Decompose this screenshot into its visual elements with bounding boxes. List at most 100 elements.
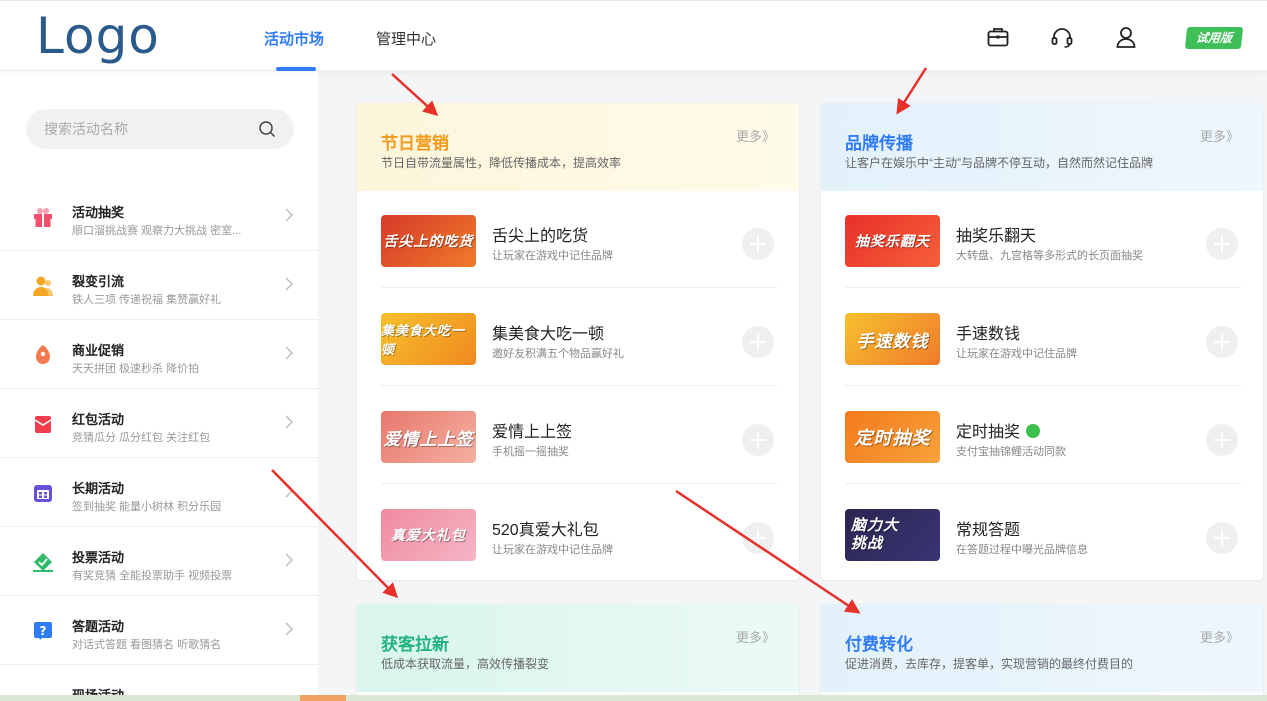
- item-title: 手速数钱: [956, 326, 1021, 343]
- chevron-right-icon: [285, 484, 293, 498]
- logo[interactable]: Logo: [36, 7, 160, 65]
- item-thumbnail: 手速数钱: [845, 313, 940, 365]
- item-thumbnail: 舌尖上的吃货: [381, 215, 476, 267]
- item-title: 常规答题: [956, 522, 1021, 539]
- card-description: 低成本获取流量，高效传播裂变: [381, 657, 550, 671]
- category-subtitle: 天天拼团 极速秒杀 降价拍: [72, 363, 200, 375]
- add-button[interactable]: [742, 228, 774, 260]
- thumbnail-text: 集美食大吃一顿: [381, 323, 466, 357]
- chevron-right-icon: [285, 277, 293, 291]
- vote-icon: [33, 553, 53, 572]
- add-button[interactable]: [1206, 424, 1238, 456]
- category-title: 红包活动: [72, 412, 125, 427]
- category-title: 投票活动: [72, 550, 125, 565]
- category-title: 长期活动: [72, 481, 125, 496]
- card-title: 节日营销: [381, 134, 449, 153]
- search-icon[interactable]: [258, 120, 276, 138]
- item-description: 手机摇一摇抽奖: [492, 446, 569, 458]
- item-thumbnail: 爱情上上签: [381, 411, 476, 463]
- add-button[interactable]: [1206, 326, 1238, 358]
- item-description: 让玩家在游戏中记住品牌: [956, 348, 1077, 360]
- list-item[interactable]: 真爱大礼包 520真爱大礼包 让玩家在游戏中记住品牌: [381, 485, 777, 580]
- thumbnail-text: 脑力大挑战: [851, 517, 900, 552]
- card-description: 促进消费，去库存，提客单，实现营销的最终付费目的: [845, 657, 1134, 671]
- thumbnail-text: 真爱大礼包: [391, 527, 466, 543]
- tab-activity-market[interactable]: 活动市场: [264, 28, 324, 49]
- top-header: Logo 活动市场 管理中心 试用版: [0, 0, 1267, 71]
- more-link[interactable]: 更多》: [736, 627, 775, 646]
- sidebar-item-long-term[interactable]: 长期活动 签到抽奖 能量小树林 积分乐园: [0, 458, 318, 527]
- add-button[interactable]: [1206, 522, 1238, 554]
- sidebar-item-vote[interactable]: 投票活动 有奖竞猜 全能投票助手 视频投票: [0, 527, 318, 596]
- alipay-icon: [1026, 423, 1041, 438]
- search-box: [26, 109, 294, 149]
- add-button[interactable]: [742, 522, 774, 554]
- category-subtitle: 对话式答题 看图猜名 听歌猜名: [72, 639, 222, 651]
- category-subtitle: 順口溜挑战赛 观察力大挑战 密室...: [72, 225, 242, 237]
- card-brand-communication: 品牌传播 让客户在娱乐中“主动”与品牌不停互动，自然而然记住品牌 更多》 抽奖乐…: [821, 103, 1263, 580]
- card-festival-marketing: 节日营销 节日自带流量属性，降低传播成本，提高效率 更多》 舌尖上的吃货 舌尖上…: [357, 103, 799, 580]
- more-link[interactable]: 更多》: [1200, 627, 1239, 646]
- red-envelope-icon: [34, 416, 52, 433]
- add-button[interactable]: [742, 326, 774, 358]
- item-description: 支付宝抽锦鲤活动同款: [956, 446, 1066, 458]
- card-paid-conversion: 付费转化 促进消费，去库存，提客单，实现营销的最终付费目的 更多》: [821, 604, 1263, 701]
- chevron-right-icon: [285, 553, 293, 567]
- category-title: 商业促销: [72, 343, 125, 358]
- thumbnail-text: 舌尖上的吃货: [383, 233, 474, 249]
- more-link[interactable]: 更多》: [1200, 126, 1239, 145]
- trial-badge[interactable]: 试用版: [1184, 27, 1244, 49]
- item-thumbnail: 脑力大挑战: [845, 509, 940, 561]
- item-title: 抽奖乐翻天: [956, 228, 1037, 245]
- search-input[interactable]: [44, 109, 254, 149]
- sidebar-item-lottery[interactable]: 活动抽奖 順口溜挑战赛 观察力大挑战 密室...: [0, 182, 318, 251]
- list-item[interactable]: 脑力大挑战 常规答题 在答题过程中曝光品牌信息: [845, 485, 1241, 580]
- card-header: 付费转化 促进消费，去库存，提客单，实现营销的最终付费目的 更多》: [821, 604, 1263, 692]
- category-subtitle: 竞猜瓜分 瓜分红包 关注红包: [72, 432, 211, 444]
- item-thumbnail: 定时抽奖: [845, 411, 940, 463]
- list-item[interactable]: 手速数钱 手速数钱 让玩家在游戏中记住品牌: [845, 289, 1241, 386]
- category-subtitle: 铁人三项 传递祝福 集赞赢好礼: [72, 294, 222, 306]
- card-header: 获客拉新 低成本获取流量，高效传播裂变 更多》: [357, 604, 799, 692]
- list-item[interactable]: 舌尖上的吃货 舌尖上的吃货 让玩家在游戏中记住品牌: [381, 191, 777, 288]
- add-button[interactable]: [1206, 228, 1238, 260]
- card-customer-acquisition: 获客拉新 低成本获取流量，高效传播裂变 更多》: [357, 604, 799, 701]
- card-description: 节日自带流量属性，降低传播成本，提高效率: [381, 156, 622, 170]
- sidebar-item-red-envelope[interactable]: 红包活动 竞猜瓜分 瓜分红包 关注红包: [0, 389, 318, 458]
- card-title: 获客拉新: [381, 635, 449, 654]
- sidebar-item-quiz[interactable]: ? 答题活动 对话式答题 看图猜名 听歌猜名: [0, 596, 318, 665]
- question-icon: ?: [34, 622, 52, 640]
- card-description: 让客户在娱乐中“主动”与品牌不停互动，自然而然记住品牌: [845, 156, 1153, 170]
- sidebar: 活动抽奖 順口溜挑战赛 观察力大挑战 密室... 裂变引流 铁人三项 传递祝福 …: [0, 71, 318, 701]
- item-description: 让玩家在游戏中记住品牌: [492, 544, 613, 556]
- item-title: 520真爱大礼包: [492, 522, 599, 539]
- list-item[interactable]: 定时抽奖 定时抽奖 支付宝抽锦鲤活动同款: [845, 387, 1241, 484]
- category-subtitle: 签到抽奖 能量小树林 积分乐园: [72, 501, 222, 513]
- item-thumbnail: 真爱大礼包: [381, 509, 476, 561]
- category-subtitle: 有奖竞猜 全能投票助手 视频投票: [72, 570, 233, 582]
- tab-management-center[interactable]: 管理中心: [376, 28, 436, 49]
- category-title: 活动抽奖: [72, 205, 125, 220]
- item-description: 邀好友积满五个物品赢好礼: [492, 348, 624, 360]
- sidebar-item-fission[interactable]: 裂变引流 铁人三项 传递祝福 集赞赢好礼: [0, 251, 318, 320]
- item-title: 定时抽奖: [956, 418, 1041, 442]
- calendar-icon: [34, 485, 52, 502]
- item-title: 爱情上上签: [492, 424, 573, 441]
- chevron-right-icon: [285, 622, 293, 636]
- list-item[interactable]: 爱情上上签 爱情上上签 手机摇一摇抽奖: [381, 387, 777, 484]
- item-title: 集美食大吃一顿: [492, 326, 605, 343]
- list-item[interactable]: 集美食大吃一顿 集美食大吃一顿 邀好友积满五个物品赢好礼: [381, 289, 777, 386]
- item-description: 大转盘、九宫格等多形式的长页面抽奖: [956, 250, 1143, 262]
- more-link[interactable]: 更多》: [736, 126, 775, 145]
- briefcase-icon[interactable]: [986, 25, 1010, 49]
- add-button[interactable]: [742, 424, 774, 456]
- user-icon[interactable]: [1114, 25, 1138, 49]
- gift-icon: [34, 208, 52, 227]
- scroll-indicator: [300, 695, 346, 701]
- headset-icon[interactable]: [1050, 25, 1074, 49]
- list-item[interactable]: 抽奖乐翻天 抽奖乐翻天 大转盘、九宫格等多形式的长页面抽奖: [845, 191, 1241, 288]
- item-title: 舌尖上的吃货: [492, 228, 589, 245]
- card-header: 品牌传播 让客户在娱乐中“主动”与品牌不停互动，自然而然记住品牌 更多》: [821, 103, 1263, 191]
- thumbnail-text: 抽奖乐翻天: [855, 233, 930, 249]
- sidebar-item-promotion[interactable]: 商业促销 天天拼团 极速秒杀 降价拍: [0, 320, 318, 389]
